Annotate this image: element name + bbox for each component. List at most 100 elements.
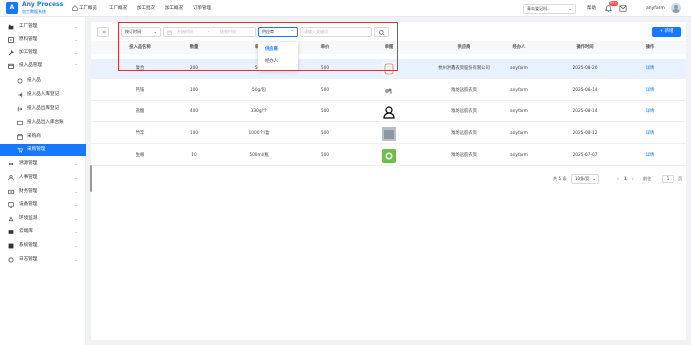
chevron-down-icon: ⌄ xyxy=(74,243,78,248)
sidebar-item-label: 投入品管理 xyxy=(19,63,42,68)
detail-link[interactable]: 详情 xyxy=(646,81,655,101)
sidebar-scrollbar[interactable] xyxy=(90,165,92,192)
sidebar-item-1[interactable]: 原料管理 ⌄ xyxy=(0,34,86,46)
cell-time: 2025-08-14 xyxy=(572,88,598,93)
sidebar-item-7[interactable]: 投入品出入库台账 xyxy=(0,117,86,129)
page-size-select[interactable]: 10条/页 ⌄ xyxy=(571,174,599,184)
sidebar-item-label: 财务管理 xyxy=(19,189,38,194)
sidebar-item-8[interactable]: 采购商 xyxy=(0,131,86,143)
cell-time: 2025-08-20 xyxy=(572,66,598,71)
brand-subtitle: 加工数据系统 xyxy=(22,9,46,14)
sidebar-item-3[interactable]: 投入品管理 ⌃ xyxy=(0,60,86,72)
sidebar-item-16[interactable]: 系统管理 ⌄ xyxy=(0,240,86,252)
filter-highlight-box xyxy=(118,22,398,71)
bell-icon[interactable] xyxy=(605,5,612,12)
sack-image[interactable] xyxy=(382,127,396,141)
granules-image[interactable] xyxy=(382,84,396,98)
chevron-down-icon: ⌄ xyxy=(74,24,78,29)
page-suffix: 页 xyxy=(678,176,683,181)
cell-spec: 500ml/瓶 xyxy=(249,153,269,158)
circle-icon xyxy=(17,78,23,84)
sidebar-item-label: 环境监测 xyxy=(19,216,38,221)
sidebar-item-label: 投入品入库登记 xyxy=(27,92,60,97)
sidebar-item-label: 采购管理 xyxy=(27,147,46,152)
prev-page-button[interactable]: ‹ xyxy=(617,174,619,184)
cell-price: 500 xyxy=(320,88,330,93)
cell-price: 500 xyxy=(320,131,330,136)
column-header-7[interactable]: 经办人 xyxy=(513,41,526,54)
table-row[interactable]: 竹竿 100 1000个/盒 500 潍坊远航农资 anyfarm 2025-08-12 详情 xyxy=(91,124,686,144)
store-icon xyxy=(17,134,23,140)
detail-link[interactable]: 详情 xyxy=(646,59,655,79)
factory-select-value: 青岛爱记科... xyxy=(527,6,551,11)
detail-link[interactable]: 详情 xyxy=(646,124,655,144)
log-icon xyxy=(8,257,14,263)
sidebar-item-5[interactable]: 投入品入库登记 xyxy=(0,89,86,101)
filter-toggle-button[interactable] xyxy=(97,27,109,37)
chevron-up-icon: ⌃ xyxy=(74,63,78,68)
table-row[interactable]: 盐酸 400 330g/个 500 潍坊远航农资 anyfarm 2025-08-14 详情 xyxy=(91,102,686,122)
top-bar: A Any Process 加工数据系统 工厂概览 工厂概况 加工批次 加工概况… xyxy=(0,0,691,17)
mail-icon[interactable] xyxy=(619,5,627,12)
cloud-icon xyxy=(8,230,14,234)
avatar[interactable] xyxy=(671,3,681,13)
column-header-9[interactable]: 操作 xyxy=(646,41,655,54)
topnav-order[interactable]: 订单管理 xyxy=(193,5,211,13)
table-row[interactable]: 钙铵 100 50g/包 500 潍坊远航农资 anyfarm 2025-08-14 详情 xyxy=(91,81,686,101)
sidebar-item-label: 日志管理 xyxy=(19,257,38,262)
sidebar-item-0[interactable]: 工厂管理 ⌄ xyxy=(0,21,86,33)
add-button[interactable]: + 新增 xyxy=(652,27,681,37)
cell-handler: anyfarm xyxy=(510,153,528,158)
sidebar-item-9[interactable]: 采购管理 xyxy=(0,144,86,156)
sidebar-item-13[interactable]: 设备管理 ⌄ xyxy=(0,199,86,211)
topnav-process-overview[interactable]: 加工概况 xyxy=(165,5,183,13)
cell-supplier: 潍坊远航农资 xyxy=(451,131,477,136)
sidebar-item-4[interactable]: 投入品 xyxy=(0,75,86,87)
chevron-down-icon: ⌄ xyxy=(568,6,572,11)
cell-spec: 1000个/盒 xyxy=(248,131,270,136)
topnav-factory-overview[interactable]: 工厂概览 xyxy=(79,5,97,13)
environment-icon xyxy=(8,216,14,222)
detail-link[interactable]: 详情 xyxy=(646,102,655,122)
sidebar-item-14[interactable]: 环境监测 ⌄ xyxy=(0,213,86,225)
sidebar-item-12[interactable]: 财务管理 ⌄ xyxy=(0,186,86,198)
cell-qty: 100 xyxy=(189,88,199,93)
notification-badge: 99+ xyxy=(609,1,619,6)
sidebar-item-6[interactable]: 投入品出库登记 xyxy=(0,103,86,115)
page-size-value: 10条/页 xyxy=(575,176,590,181)
cell-handler: anyfarm xyxy=(510,66,528,71)
next-page-button[interactable]: › xyxy=(632,174,634,184)
finance-icon xyxy=(8,189,14,195)
sidebar-item-15[interactable]: 云端库 ⌄ xyxy=(0,226,86,238)
sidebar-item-17[interactable]: 日志管理 ⌄ xyxy=(0,254,86,266)
system-icon xyxy=(8,243,14,249)
cell-name: 盐酸 xyxy=(135,109,145,114)
cell-time: 2025-08-12 xyxy=(572,131,598,136)
topnav-factory-status[interactable]: 工厂概况 xyxy=(109,5,127,13)
person-image[interactable] xyxy=(382,105,396,119)
jump-label: 前往 xyxy=(643,176,652,181)
sidebar-item-label: 设备管理 xyxy=(19,202,38,207)
cart-icon xyxy=(17,147,23,153)
sidebar-item-label: 工厂管理 xyxy=(19,24,38,29)
logo-icon: A xyxy=(6,2,18,14)
help-link[interactable]: 帮助 xyxy=(587,5,596,13)
cell-price: 500 xyxy=(320,109,330,114)
sidebar-item-2[interactable]: 加工管理 ⌄ xyxy=(0,47,86,59)
cell-time: 2025-08-14 xyxy=(572,109,598,114)
table-row[interactable]: 生根 10 500ml/瓶 500 潍坊远航农资 anyfarm 2025-07-07 详情 xyxy=(91,146,686,166)
green-logo-image[interactable] xyxy=(382,149,396,163)
user-name[interactable]: anyfarm xyxy=(646,5,665,13)
page-1-button[interactable]: 1 xyxy=(624,174,627,184)
detail-link[interactable]: 详情 xyxy=(646,146,655,166)
factory-select[interactable]: 青岛爱记科... ⌄ xyxy=(523,4,576,14)
inbound-icon xyxy=(18,92,23,98)
column-header-8[interactable]: 操作时间 xyxy=(576,41,593,54)
topnav-batch[interactable]: 加工批次 xyxy=(137,5,155,13)
cell-name: 竹竿 xyxy=(135,131,145,136)
sidebar-item-label: 加工管理 xyxy=(19,50,38,55)
cell-time: 2025-07-07 xyxy=(572,153,598,158)
sidebar-item-10[interactable]: 溯源管理 ⌄ xyxy=(0,158,86,170)
jump-page-input[interactable]: 1 xyxy=(662,175,674,183)
column-header-6[interactable]: 供应商 xyxy=(458,41,471,54)
